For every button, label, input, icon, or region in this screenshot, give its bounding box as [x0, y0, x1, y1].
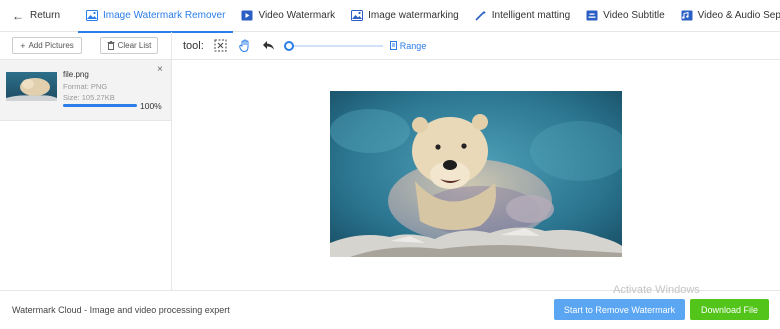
tab-intelligent-matting[interactable]: Intelligent matting [467, 0, 578, 32]
tab-video-watermark[interactable]: Video Watermark [233, 0, 343, 32]
file-list: file.png Format: PNG Size: 105.27KB × 10… [0, 60, 172, 290]
trash-icon [107, 41, 115, 50]
add-pictures-label: Add Pictures [28, 41, 74, 50]
tab-image-watermark-remover[interactable]: Image Watermark Remover [78, 0, 234, 33]
tool-bar: tool: Range [172, 32, 780, 60]
tab-video-subtitle[interactable]: Video Subtitle [578, 0, 673, 32]
tab-image-watermarking[interactable]: Image watermarking [343, 0, 467, 32]
image-icon [351, 10, 364, 21]
video-icon [241, 10, 253, 21]
progress-fill [63, 104, 137, 107]
tab-label: Video & Audio Separation [697, 10, 780, 21]
subtitle-icon [586, 10, 598, 21]
file-size: Size: 105.27KB [63, 93, 115, 102]
tab-label: Intelligent matting [491, 10, 571, 21]
remove-watermark-button[interactable]: Start to Remove Watermark [554, 299, 685, 320]
top-nav: ← Return Image Watermark Remover Video W… [0, 0, 780, 33]
file-name: file.png [63, 70, 89, 79]
magic-wand-icon [475, 10, 486, 21]
range-button[interactable]: Range [389, 40, 427, 51]
slider-track [283, 44, 383, 47]
footer-caption: Watermark Cloud - Image and video proces… [12, 305, 230, 315]
image-canvas[interactable] [172, 60, 780, 290]
tab-label: Image watermarking [368, 10, 459, 21]
tab-video-audio-separation[interactable]: Video & Audio Separation [673, 0, 780, 32]
slider-knob[interactable] [283, 40, 294, 51]
preview-image [330, 91, 622, 257]
brush-size-slider[interactable] [283, 40, 383, 51]
image-icon [86, 10, 99, 21]
download-file-button[interactable]: Download File [690, 299, 769, 320]
undo-icon[interactable] [262, 39, 276, 53]
progress-bar [63, 104, 137, 107]
add-pictures-button[interactable]: + Add Pictures [12, 37, 82, 54]
tab-label: Image Watermark Remover [103, 10, 226, 21]
tab-label: Video Watermark [258, 10, 336, 21]
tab-label: Video Subtitle [603, 10, 665, 21]
file-actions: + Add Pictures Clear List [0, 32, 172, 60]
clear-list-button[interactable]: Clear List [100, 37, 158, 54]
plus-icon: + [20, 40, 26, 51]
tool-label: tool: [183, 39, 204, 52]
file-format: Format: PNG [63, 82, 108, 91]
separation-icon [681, 10, 693, 21]
list-item[interactable]: file.png Format: PNG Size: 105.27KB × 10… [0, 60, 171, 121]
return-label: Return [30, 10, 61, 21]
file-thumbnail [6, 72, 57, 101]
activate-windows-watermark: Activate Windows [613, 284, 700, 296]
hand-icon[interactable] [238, 39, 252, 53]
range-label: Range [399, 40, 427, 51]
close-icon[interactable]: × [157, 64, 163, 75]
document-icon [389, 41, 397, 50]
arrow-left-icon: ← [12, 8, 24, 23]
select-box-icon[interactable] [214, 39, 228, 53]
progress-percent: 100% [140, 101, 162, 111]
return-button[interactable]: ← Return [12, 9, 60, 23]
clear-list-label: Clear List [117, 41, 152, 50]
